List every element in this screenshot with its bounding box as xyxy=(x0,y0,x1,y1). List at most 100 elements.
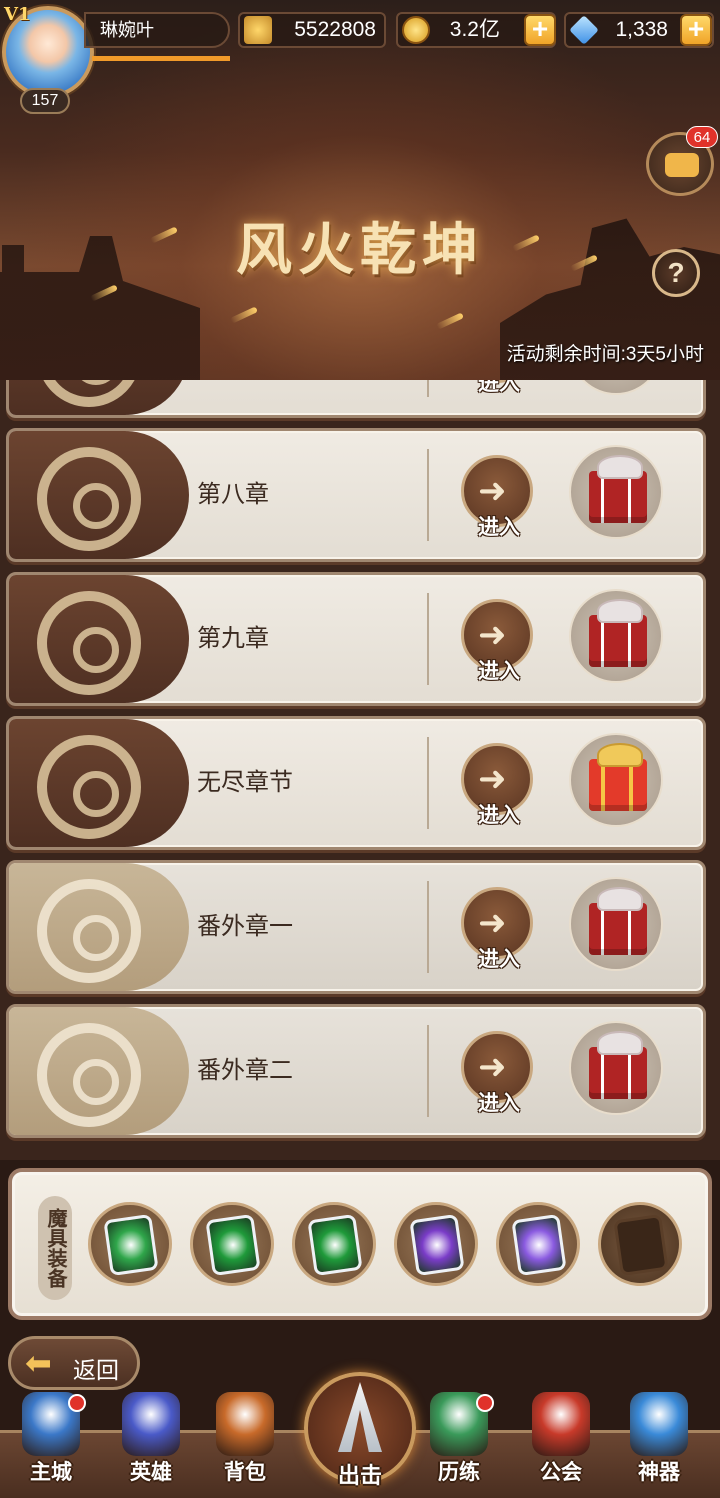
arrow-right-icon: ➜ xyxy=(478,904,507,942)
enter-label: 进入 xyxy=(478,516,520,539)
backpack-icon xyxy=(216,1392,274,1456)
green-swirl-card-icon xyxy=(307,1213,363,1277)
chapter-emblem-panel xyxy=(9,719,189,847)
power-value: 5522808 xyxy=(294,18,376,41)
chapter-row[interactable]: 无尽章节 ➜ 进入 xyxy=(6,716,706,850)
exp-bar-fill xyxy=(92,56,230,61)
artifact-icon xyxy=(630,1392,688,1456)
chapter-emblem-panel xyxy=(9,575,189,703)
exp-bar xyxy=(92,56,230,61)
chapter-emblem-icon xyxy=(37,879,141,983)
chapter-name: 第九章 xyxy=(197,625,269,652)
ember-spark xyxy=(436,312,464,330)
enter-label: 进入 xyxy=(478,380,520,395)
hero-helmet-icon xyxy=(122,1392,180,1456)
back-button[interactable]: ⬅ 返回 xyxy=(8,1336,140,1390)
nav-item-attack[interactable]: 出击 xyxy=(304,1372,416,1492)
enter-label: 进入 xyxy=(478,660,520,683)
gold-coin-icon xyxy=(402,16,430,44)
chapter-emblem-panel xyxy=(9,380,189,415)
chapter-reward-button[interactable] xyxy=(569,733,663,827)
gift-box-icon xyxy=(589,887,647,955)
player-name: 琳婉叶 xyxy=(84,12,230,48)
chat-bubble-icon xyxy=(665,153,699,177)
nav-label: 公会 xyxy=(540,1461,582,1484)
nav-label: 历练 xyxy=(438,1461,480,1484)
ember-spark xyxy=(230,306,258,324)
chapter-reward-button[interactable] xyxy=(569,445,663,539)
back-button-label: 返回 xyxy=(73,1357,119,1383)
nav-item[interactable]: 英雄 xyxy=(106,1392,196,1498)
equipment-slot[interactable] xyxy=(394,1202,478,1286)
add-gold-button[interactable]: + xyxy=(524,14,556,46)
arrow-right-icon: ➜ xyxy=(478,1048,507,1086)
chapter-reward-button[interactable] xyxy=(569,877,663,971)
vip-level: V1 xyxy=(4,4,31,25)
equipment-slot[interactable] xyxy=(190,1202,274,1286)
back-arrow-icon: ⬅ xyxy=(25,1345,52,1381)
chapter-name: 第八章 xyxy=(197,481,269,508)
player-level: 157 xyxy=(20,88,70,114)
chapter-row[interactable]: 番外章一 ➜ 进入 xyxy=(6,860,706,994)
nav-item[interactable]: 背包 xyxy=(200,1392,290,1498)
event-title: 风火乾坤 xyxy=(236,217,484,283)
magic-equipment-panel: 魔具装备 xyxy=(8,1168,712,1320)
chapter-list[interactable]: ➜ 进入 第八章 ➜ 进入 第九章 ➜ xyxy=(0,380,720,1160)
chapter-emblem-icon xyxy=(37,735,141,839)
chapter-reward-button[interactable] xyxy=(569,380,663,395)
nav-item[interactable]: 历练 xyxy=(414,1392,504,1498)
gift-box-icon xyxy=(589,455,647,523)
help-button[interactable]: ? xyxy=(652,249,700,297)
nav-label: 英雄 xyxy=(130,1461,172,1484)
gift-box-icon xyxy=(589,599,647,667)
nav-item[interactable]: 神器 xyxy=(614,1392,704,1498)
power-display: 5522808 xyxy=(238,12,386,48)
divider xyxy=(427,380,429,397)
diamond-value: 1,338 xyxy=(615,18,668,41)
nav-item[interactable]: 主城 xyxy=(6,1392,96,1498)
equipment-slot[interactable] xyxy=(88,1202,172,1286)
nav-label: 出击 xyxy=(337,1463,382,1488)
green-swirl-card-icon xyxy=(205,1213,261,1277)
chapter-row[interactable]: 第九章 ➜ 进入 xyxy=(6,572,706,706)
nav-label: 主城 xyxy=(30,1461,72,1484)
chapter-reward-button[interactable] xyxy=(569,1021,663,1115)
enter-label: 进入 xyxy=(478,948,520,971)
chapter-emblem-icon xyxy=(37,447,141,551)
nav-label: 背包 xyxy=(224,1461,266,1484)
arrow-right-icon: ➜ xyxy=(478,760,507,798)
nav-item[interactable]: 公会 xyxy=(516,1392,606,1498)
chapter-name: 无尽章节 xyxy=(197,769,293,796)
chapter-emblem-icon xyxy=(37,591,141,695)
chapter-row[interactable]: 番外章二 ➜ 进入 xyxy=(6,1004,706,1138)
chapter-emblem-panel xyxy=(9,863,189,991)
notification-dot xyxy=(476,1394,494,1412)
chat-unread-badge: 64 xyxy=(686,126,718,148)
equipment-slot[interactable] xyxy=(598,1202,682,1286)
equipment-slot[interactable] xyxy=(292,1202,376,1286)
arrow-right-icon: ➜ xyxy=(478,616,507,654)
divider xyxy=(427,737,429,829)
notification-dot xyxy=(68,1394,86,1412)
chapter-row[interactable]: ➜ 进入 xyxy=(6,380,706,418)
divider xyxy=(427,593,429,685)
enter-label: 进入 xyxy=(478,1092,520,1115)
nav-label: 神器 xyxy=(638,1461,680,1484)
arrow-right-icon: ➜ xyxy=(478,472,507,510)
chapter-name: 番外章一 xyxy=(197,913,293,940)
crossed-swords-icon xyxy=(244,16,272,44)
diamond-icon xyxy=(569,15,599,45)
divider xyxy=(427,881,429,973)
chapter-reward-button[interactable] xyxy=(569,589,663,683)
chapter-emblem-icon xyxy=(37,1023,141,1127)
chapter-row[interactable]: 第八章 ➜ 进入 xyxy=(6,428,706,562)
guild-icon xyxy=(532,1392,590,1456)
chapter-name: 番外章二 xyxy=(197,1057,293,1084)
add-diamond-button[interactable]: + xyxy=(680,14,712,46)
gift-box-icon xyxy=(589,743,647,811)
chapter-emblem-panel xyxy=(9,431,189,559)
gold-value: 3.2亿 xyxy=(449,18,500,41)
equipment-label: 魔具装备 xyxy=(38,1196,72,1300)
chapter-emblem-icon xyxy=(37,380,141,407)
equipment-slot[interactable] xyxy=(496,1202,580,1286)
